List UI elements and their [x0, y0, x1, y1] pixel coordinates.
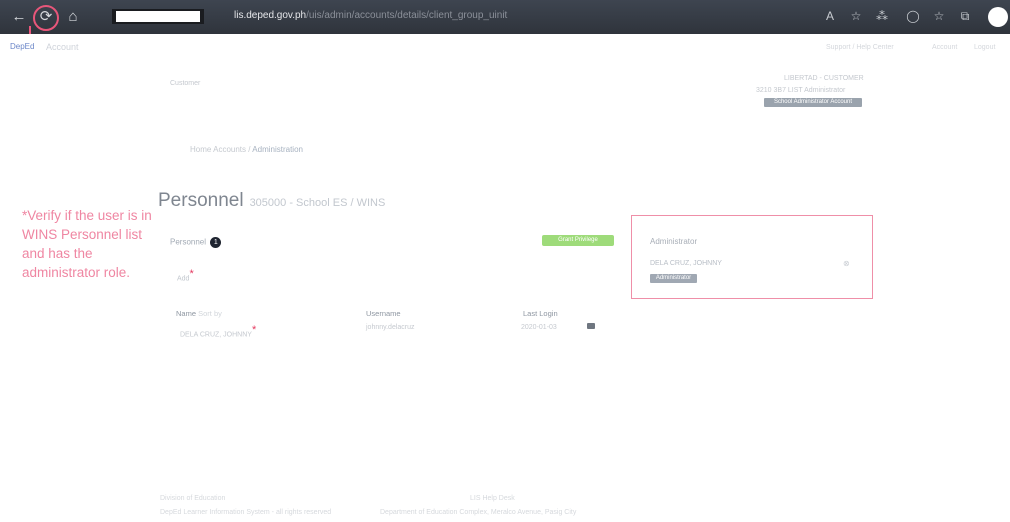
- account-type-badge: School Administrator Account: [764, 98, 862, 107]
- footer-line3: Department of Education Complex, Meralco…: [380, 509, 577, 516]
- grant-privilege-button[interactable]: Grant Privilege: [542, 235, 614, 246]
- administrator-title: Administrator: [650, 237, 698, 246]
- row-username-cell: johnny.delacruz: [366, 324, 415, 331]
- breadcrumb: Home Accounts / Administration: [190, 145, 303, 154]
- breadcrumb-root[interactable]: Home Accounts: [190, 145, 246, 154]
- column-name-sort: Sort by: [198, 309, 222, 318]
- row-name-cell[interactable]: DELA CRUZ, JOHNNY*: [180, 324, 256, 338]
- column-header-last-login[interactable]: Last Login: [523, 309, 558, 318]
- folder-icon[interactable]: [587, 323, 595, 329]
- logout-link[interactable]: Logout: [974, 44, 995, 51]
- page-title: Personnel 305000 - School ES / WINS: [158, 190, 385, 212]
- favorite-icon[interactable]: ☆: [846, 6, 866, 26]
- split-screen-icon[interactable]: ◯: [903, 6, 923, 26]
- footer-heading: Division of Education: [160, 495, 226, 502]
- collections-icon[interactable]: ⧉: [955, 6, 975, 26]
- administrator-role-badge: Administrator: [650, 274, 697, 283]
- personnel-label-text: Personnel: [170, 237, 207, 247]
- read-aloud-icon[interactable]: A: [820, 6, 840, 26]
- page-title-text: Personnel: [158, 190, 244, 211]
- extensions-icon[interactable]: ⁂: [872, 6, 892, 26]
- personnel-count-badge: 1: [210, 237, 222, 248]
- add-label-text: Add: [177, 275, 190, 283]
- school-info-line1: LIBERTAD - CUSTOMER: [784, 75, 864, 82]
- column-header-name[interactable]: Name Sort by: [176, 309, 222, 318]
- row-star-mark: *: [251, 324, 257, 336]
- support-link[interactable]: Support / Help Center: [826, 44, 894, 51]
- breadcrumb-separator: /: [248, 145, 251, 154]
- row-last-login-cell: 2020-01-03: [521, 324, 557, 331]
- add-star-mark: *: [189, 268, 194, 280]
- back-arrow-icon[interactable]: ←: [8, 6, 30, 28]
- column-name-label: Name: [176, 309, 197, 318]
- reload-highlight-tail: [29, 26, 37, 34]
- customer-label: Customer: [170, 80, 201, 87]
- administrator-highlight-box: [631, 215, 873, 299]
- row-name-text: DELA CRUZ, JOHNNY: [180, 331, 252, 339]
- school-info-line2: 3210 3B7 LIST Administrator: [756, 87, 846, 94]
- annotation-note: *Verify if the user is in WINS Personnel…: [22, 208, 152, 280]
- profile-avatar[interactable]: [988, 7, 1008, 27]
- app-logo[interactable]: DepEd: [10, 42, 34, 51]
- app-title: Account: [46, 42, 79, 52]
- footer-line1: DepEd Learner Information System - all r…: [160, 509, 332, 516]
- page-subtitle: 305000 - School ES / WINS: [249, 197, 386, 209]
- personnel-section-label: Personnel 1: [170, 237, 222, 248]
- breadcrumb-current: Administration: [252, 145, 303, 154]
- address-redaction-inner: [116, 11, 200, 22]
- column-header-username[interactable]: Username: [366, 309, 401, 318]
- url-path: /uis/admin/accounts/details/client_group…: [306, 10, 508, 21]
- footer-line2[interactable]: LIS Help Desk: [470, 495, 515, 502]
- administrator-name: DELA CRUZ, JOHNNY: [650, 260, 722, 267]
- url-host: lis.deped.gov.ph: [234, 10, 307, 21]
- account-link[interactable]: Account: [932, 44, 957, 51]
- home-icon[interactable]: ⌂: [62, 6, 84, 28]
- remove-admin-icon[interactable]: ⊗: [843, 259, 850, 268]
- favorites-bar-icon[interactable]: ☆: [929, 6, 949, 26]
- address-bar[interactable]: lis.deped.gov.ph/uis/admin/accounts/deta…: [234, 10, 507, 21]
- add-personnel[interactable]: Add*: [177, 268, 194, 282]
